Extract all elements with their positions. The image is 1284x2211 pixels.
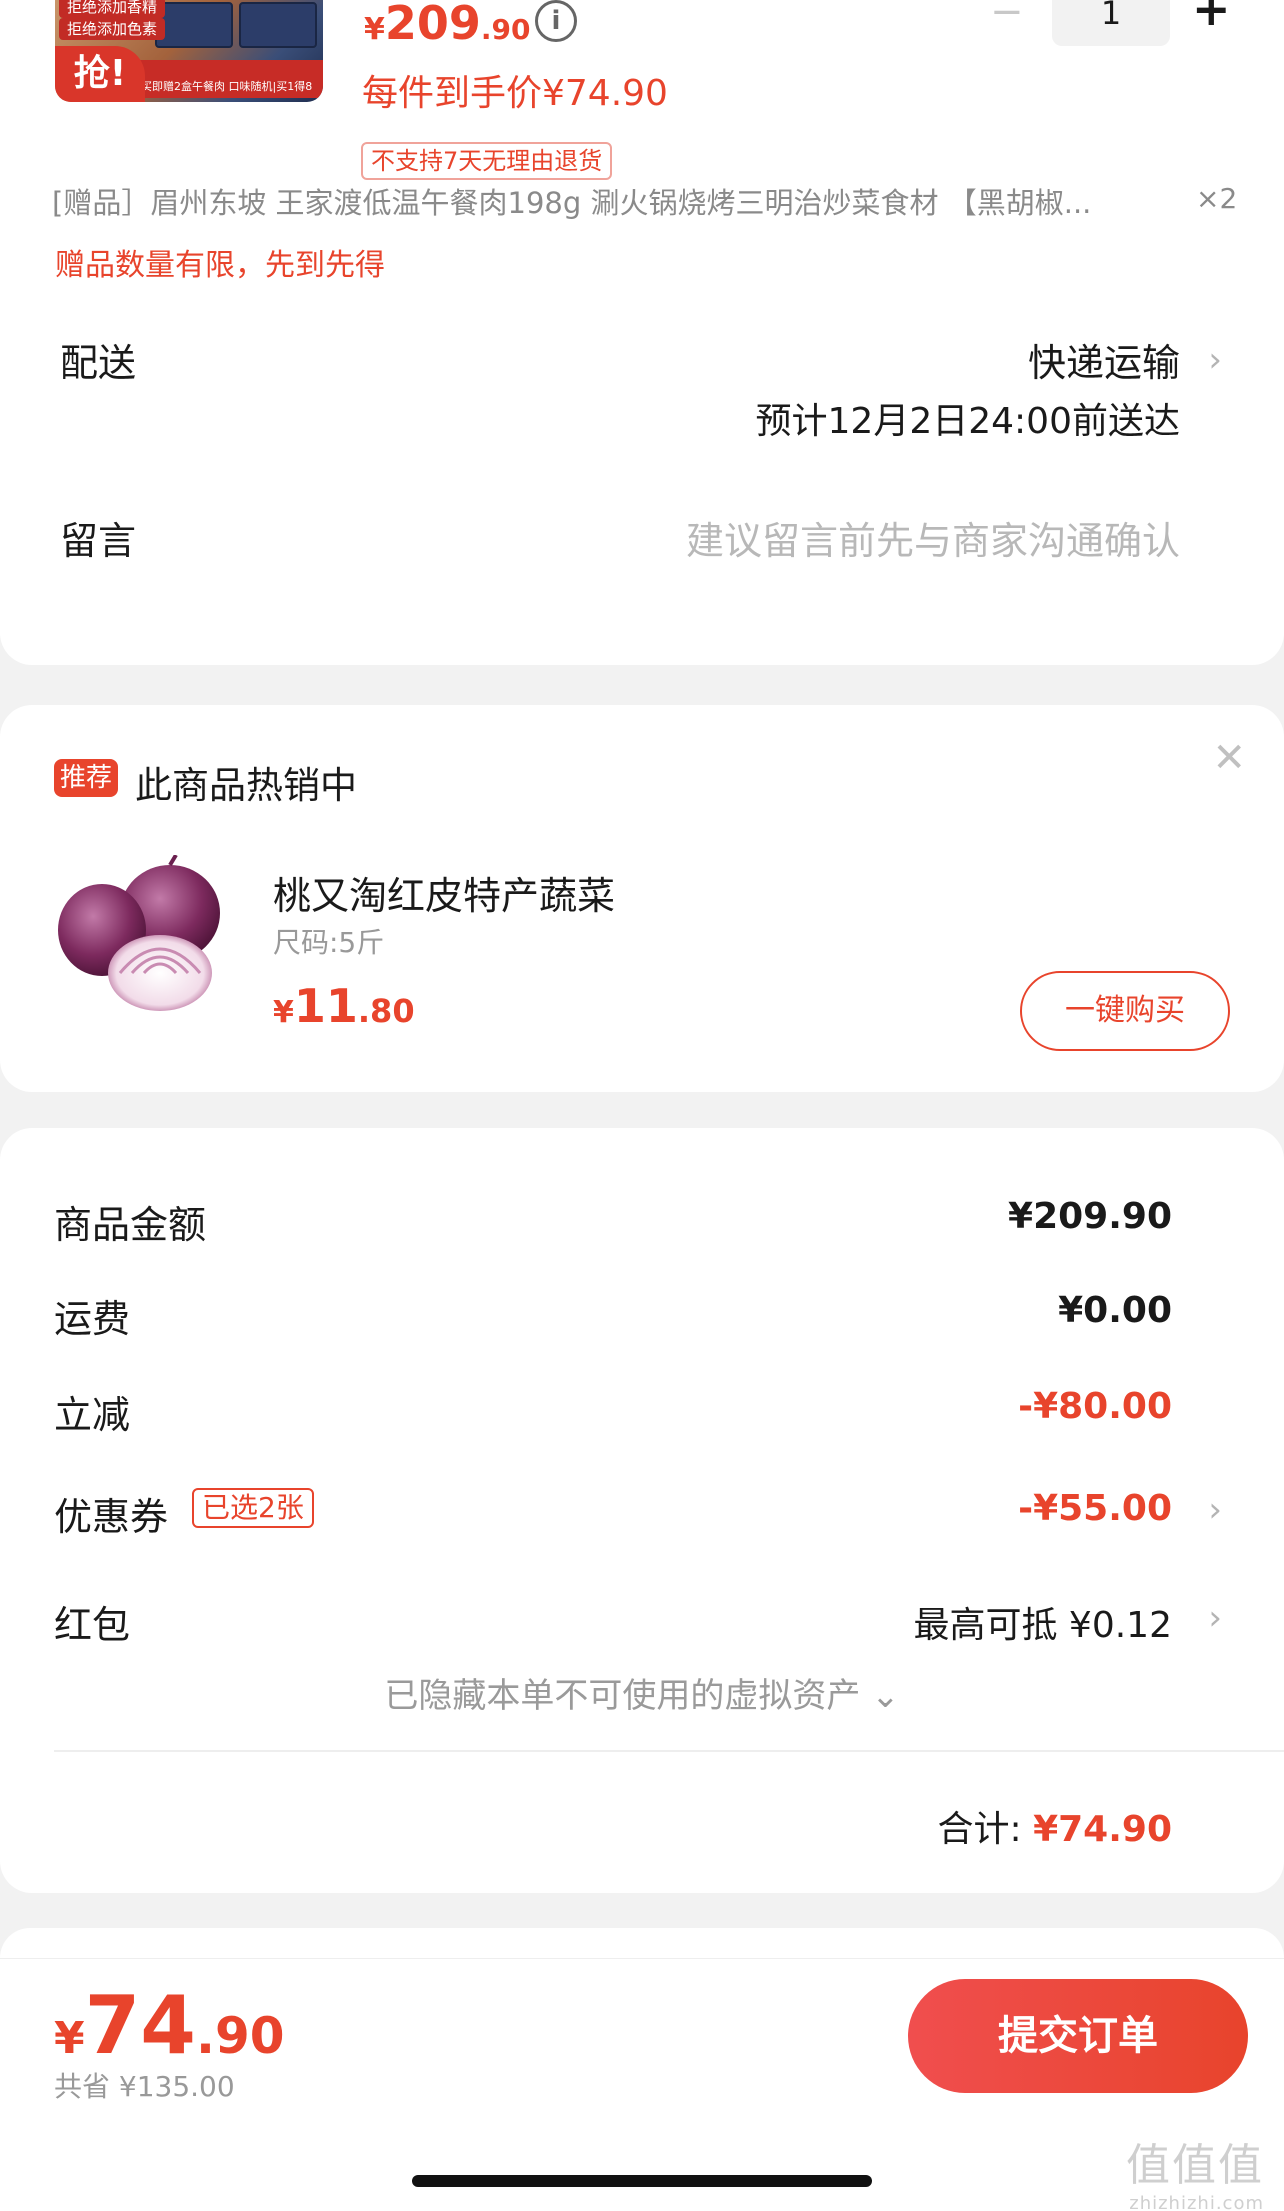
recommend-item-price: ¥11.80: [273, 979, 415, 1033]
checkout-price: ¥74.90: [54, 1979, 285, 2072]
quantity-input[interactable]: 1: [1052, 0, 1170, 46]
order-total: 合计: ¥74.90: [937, 1800, 1172, 1852]
close-icon[interactable]: ✕: [1212, 735, 1246, 781]
coupon-selected-badge: 已选2张: [192, 1488, 314, 1528]
coupon-label: 优惠券: [54, 1495, 169, 1539]
info-icon[interactable]: i: [535, 0, 577, 42]
recommend-item-name[interactable]: 桃又淘红皮特产蔬菜: [273, 865, 615, 920]
subtotal-value: ¥209.90: [1008, 1196, 1172, 1237]
red-onion-image[interactable]: [50, 855, 230, 1015]
shipping-fee-value: ¥0.00: [1058, 1290, 1172, 1331]
price-summary-card: 商品金额 ¥209.90 运费 ¥0.00 立减 -¥80.00 优惠券 已选2…: [0, 1128, 1284, 1893]
site-watermark: 值值值 zhizhizhi.com: [1126, 2140, 1264, 2211]
product-box-image: [239, 2, 317, 48]
delivery-method: 快递运输: [1027, 341, 1180, 385]
coupon-value: -¥55.00: [1018, 1488, 1172, 1529]
product-price: ¥209.90: [364, 0, 531, 50]
product-box-image: [155, 2, 233, 48]
home-indicator[interactable]: [412, 2175, 872, 2187]
divider: [54, 1750, 1284, 1752]
gift-item-text: [赠品］眉州东坡 王家渡低温午餐肉198g 涮火锅烧烤三明治炒菜食材 【黑胡椒.…: [52, 186, 1092, 220]
instant-discount-value: -¥80.00: [1018, 1386, 1172, 1427]
instant-discount-label: 立减: [54, 1393, 131, 1437]
recommend-title: 此商品热销中: [135, 764, 357, 807]
one-click-buy-button[interactable]: 一键购买: [1020, 971, 1230, 1051]
checkout-bar: ¥74.90 共省 ¥135.00 提交订单 值值值 zhizhizhi.com: [0, 1958, 1284, 2211]
unit-final-price: 每件到手价¥74.90: [362, 73, 668, 114]
red-packet-label: 红包: [54, 1603, 131, 1647]
thumb-grab-badge: 抢!: [55, 46, 145, 102]
chevron-right-icon: ›: [1208, 1490, 1222, 1530]
delivery-eta: 预计12月2日24:00前送达: [755, 401, 1180, 442]
shipping-fee-label: 运费: [54, 1297, 131, 1341]
hidden-assets-toggle[interactable]: 已隐藏本单不可使用的虚拟资产 ⌄: [0, 1668, 1284, 1717]
total-label: 合计:: [937, 1809, 1022, 1850]
thumb-promo-strip: 买即赠2盒午餐肉 口味随机|买1得8: [131, 60, 323, 98]
total-saved: 共省 ¥135.00: [54, 2070, 235, 2103]
total-value: ¥74.90: [1033, 1809, 1172, 1850]
chevron-right-icon: ›: [1208, 340, 1222, 380]
thumb-tag: 拒绝添加色素: [59, 18, 166, 40]
message-label: 留言: [60, 519, 137, 563]
quantity-increase-button[interactable]: +: [1192, 0, 1231, 32]
red-packet-value: 最高可抵 ¥0.12: [913, 1605, 1172, 1646]
submit-order-button[interactable]: 提交订单: [908, 1979, 1248, 2093]
thumb-tag: 拒绝添加香精: [59, 0, 166, 18]
gift-limit-note: 赠品数量有限，先到先得: [55, 248, 385, 283]
delivery-label: 配送: [60, 341, 137, 385]
product-thumbnail[interactable]: 拒绝添加香精 拒绝添加色素 买即赠2盒午餐肉 口味随机|买1得8 抢!: [55, 0, 323, 102]
chevron-right-icon: ›: [1208, 1598, 1222, 1638]
no-return-badge: 不支持7天无理由退货: [361, 142, 613, 180]
recommendation-card: 推荐 此商品热销中 ✕ 桃又淘红皮特产蔬菜 尺码:5斤 ¥11.80 一键购买: [0, 705, 1284, 1092]
subtotal-label: 商品金额: [54, 1203, 207, 1247]
recommend-item-spec: 尺码:5斤: [273, 926, 385, 959]
message-input[interactable]: 建议留言前先与商家沟通确认: [686, 510, 1180, 565]
gift-quantity: ×2: [1196, 182, 1238, 215]
quantity-decrease-button[interactable]: −: [990, 0, 1024, 32]
recommend-badge: 推荐: [54, 759, 119, 797]
order-item-card: 拒绝添加香精 拒绝添加色素 买即赠2盒午餐肉 口味随机|买1得8 抢! ¥209…: [0, 0, 1284, 665]
